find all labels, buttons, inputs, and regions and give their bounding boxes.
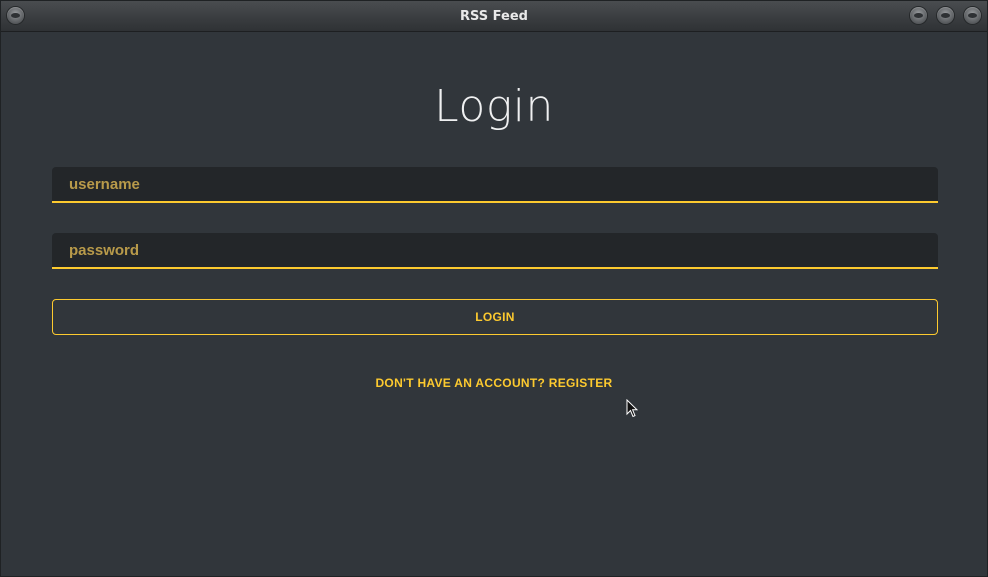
register-link[interactable]: DON'T HAVE AN ACCOUNT? REGISTER — [1, 376, 987, 390]
page-title: Login — [434, 81, 554, 132]
maximize-button-icon[interactable] — [937, 7, 954, 24]
window-title: RSS Feed — [460, 9, 528, 24]
login-button[interactable]: LOGIN — [52, 299, 938, 335]
title-bar[interactable]: RSS Feed — [1, 1, 987, 32]
mouse-pointer-icon — [626, 399, 638, 418]
username-input[interactable] — [52, 167, 938, 203]
close-button-icon[interactable] — [964, 7, 981, 24]
app-window: RSS Feed Login LOGIN DON'T HAVE AN ACCOU… — [0, 0, 988, 577]
password-input[interactable] — [52, 233, 938, 269]
minimize-button-icon[interactable] — [910, 7, 927, 24]
